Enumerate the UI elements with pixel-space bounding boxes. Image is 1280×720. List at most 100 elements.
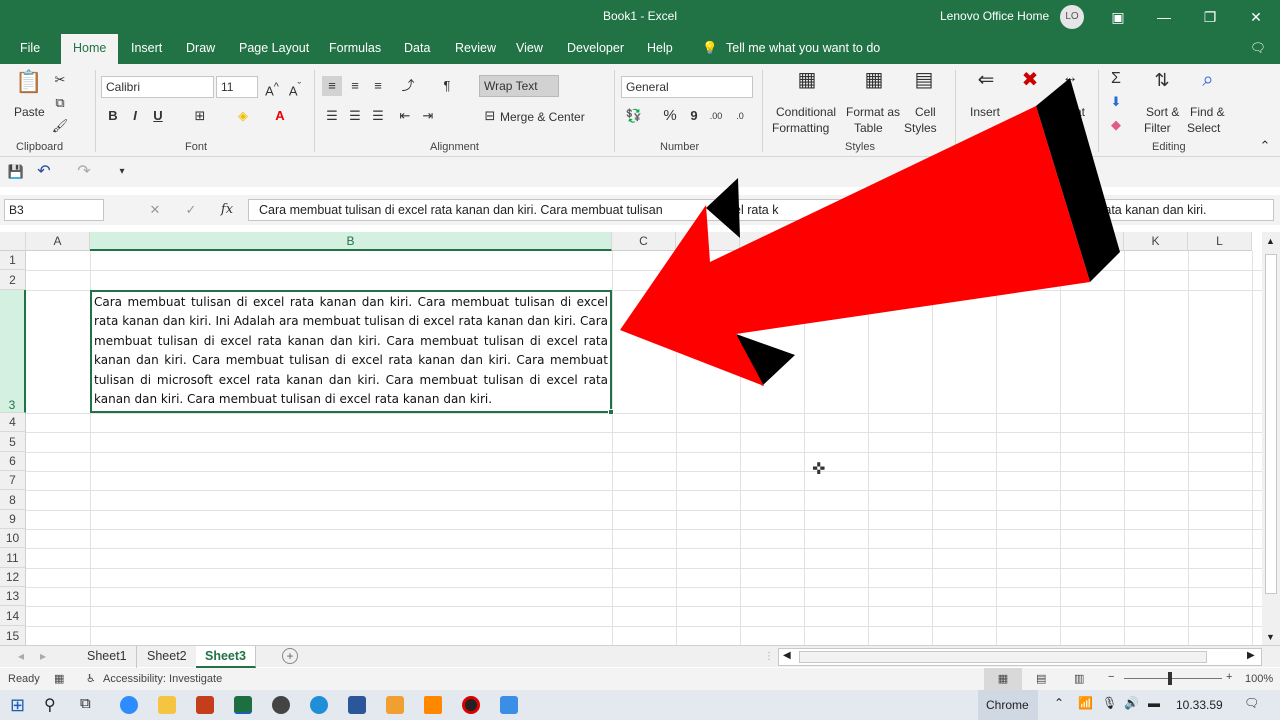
row-header[interactable]: 11 [0,548,26,568]
column-header[interactable] [868,232,932,251]
customize-qat-icon[interactable]: ▾ [112,162,132,182]
column-header[interactable] [740,232,804,251]
column-header-l[interactable]: L [1188,232,1252,251]
format-as-table-label-1[interactable]: Format as [846,105,900,119]
zoom-in-icon[interactable]: + [1226,671,1232,683]
name-box[interactable]: B3 [4,199,104,221]
borders-icon[interactable]: ⊞ [190,106,210,126]
merge-center-icon[interactable]: ⊟ [480,106,500,126]
restore-icon[interactable]: ❐ [1198,6,1222,28]
account-name[interactable]: Lenovo Office Home [940,9,1049,23]
sheet-tab-2[interactable]: Sheet2 [138,646,197,668]
sheet-more-icon[interactable]: ⋮ [764,651,774,662]
italic-icon[interactable]: I [125,106,145,126]
tab-data[interactable]: Data [404,41,430,55]
sheet-next-icon[interactable]: ▸ [40,649,46,663]
powerpoint-icon[interactable] [196,696,214,714]
text-direction-icon[interactable]: ¶ [437,76,457,96]
insert-cells-button[interactable]: Insert [970,105,1000,119]
redo-icon[interactable]: ↷ [74,162,94,182]
remote-desktop-icon[interactable] [500,696,518,714]
horizontal-scrollbar[interactable]: ◀ ▶ [778,648,1262,666]
volume-icon[interactable]: 🔊 [1124,696,1139,710]
comma-style-icon[interactable]: 9 [684,106,704,126]
clear-icon[interactable]: ◆ [1106,115,1126,135]
align-top-icon[interactable]: ≡ [322,76,342,96]
row-header[interactable]: 13 [0,587,26,606]
task-view-icon[interactable]: ⧉ [80,695,91,712]
excel-icon[interactable] [234,696,252,714]
format-painter-icon[interactable]: 🖌 [50,116,70,136]
wifi-icon[interactable]: 📶 [1078,696,1093,710]
tab-file[interactable]: File [20,41,40,55]
tab-review[interactable]: Review [455,41,496,55]
column-header-b[interactable]: B [90,232,612,251]
row-header[interactable]: 8 [0,490,26,510]
enter-icon[interactable]: ✓ [181,200,201,220]
zoom-level[interactable]: 100% [1245,673,1273,685]
conditional-formatting-label-1[interactable]: Conditional [776,105,836,119]
zoom-out-icon[interactable]: − [1108,671,1114,683]
increase-decimal-icon[interactable]: .00 [706,106,726,126]
ribbon-display-icon[interactable]: ▣ [1106,6,1130,28]
bold-icon[interactable]: B [103,106,123,126]
tray-chevron-icon[interactable]: ⌃ [1054,696,1064,710]
row-header-selected[interactable]: 3 [0,290,26,413]
accessibility-icon[interactable]: ♿ [86,672,96,685]
merge-center-button[interactable]: Merge & Center [500,110,585,124]
insert-function-icon[interactable]: fx [217,200,237,220]
align-middle-icon[interactable]: ≡ [345,76,365,96]
add-sheet-icon[interactable]: + [282,648,298,664]
edge-icon[interactable] [310,696,328,714]
font-color-icon[interactable]: A [270,106,290,126]
find-select-label-1[interactable]: Find & [1190,105,1225,119]
sort-filter-label-1[interactable]: Sort & [1146,105,1179,119]
sheet-tab-1[interactable]: Sheet1 [78,646,137,668]
cell-b3[interactable]: Cara membuat tulisan di excel rata kanan… [90,290,612,413]
close-icon[interactable]: ✕ [1244,6,1268,28]
cell-styles-label-1[interactable]: Cell [915,105,936,119]
find-select-icon[interactable]: ⌕ [1194,70,1222,98]
wrap-text-button[interactable]: Wrap Text [479,75,559,97]
hscroll-thumb[interactable] [799,651,1207,663]
row-header[interactable]: 15 [0,626,26,646]
conditional-formatting-label-2[interactable]: Formatting [772,121,829,135]
formula-input[interactable]: Cara membuat tulisan di excel rata kanan… [248,199,1274,221]
file-explorer-icon[interactable] [158,696,176,714]
align-center-icon[interactable]: ☰ [345,106,365,126]
delete-cells-icon[interactable]: ✖ [1016,70,1044,98]
clock[interactable]: 10.33.59 [1176,698,1223,712]
column-header-c[interactable]: C [612,232,676,251]
column-header[interactable]: K [1060,232,1124,251]
tab-developer[interactable]: Developer [567,41,624,55]
paste-icon[interactable]: 📋 [14,71,44,102]
tell-me-search[interactable]: Tell me what you want to do [726,41,880,55]
sheet-prev-icon[interactable]: ◂ [18,649,24,663]
vlc-icon[interactable] [424,696,442,714]
orientation-icon[interactable]: ⤴ [398,76,418,96]
column-header[interactable] [996,232,1060,251]
cell-styles-label-2[interactable]: Styles [904,121,937,135]
scroll-down-icon[interactable]: ▼ [1266,632,1275,642]
tab-insert[interactable]: Insert [131,41,162,55]
select-all-corner[interactable] [0,232,26,251]
normal-view-icon[interactable]: ▦ [984,668,1022,690]
row-header[interactable]: 1 [0,251,26,270]
number-format-select[interactable]: General [621,76,753,98]
sheet-tab-3[interactable]: Sheet3 [196,646,256,668]
windows-start-icon[interactable]: ⊞ [10,695,25,716]
row-header[interactable]: 4 [0,413,26,432]
tab-formulas[interactable]: Formulas [329,41,381,55]
fill-color-icon[interactable]: ◈ [233,106,253,126]
tab-page-layout[interactable]: Page Layout [239,41,309,55]
row-header[interactable]: 5 [0,432,26,452]
undo-icon[interactable]: ↶ [34,162,54,182]
chrome-taskbar-button[interactable]: Chrome [978,690,1038,720]
save-icon[interactable]: 💾 [6,162,26,182]
underline-icon[interactable]: U [148,106,168,126]
collapse-ribbon-icon[interactable]: ⌃ [1255,136,1275,156]
column-header[interactable] [804,232,868,251]
copy-icon[interactable]: ⧉ [50,93,70,113]
decrease-decimal-icon[interactable]: .0 [730,106,750,126]
cancel-icon[interactable]: ✕ [145,200,165,220]
